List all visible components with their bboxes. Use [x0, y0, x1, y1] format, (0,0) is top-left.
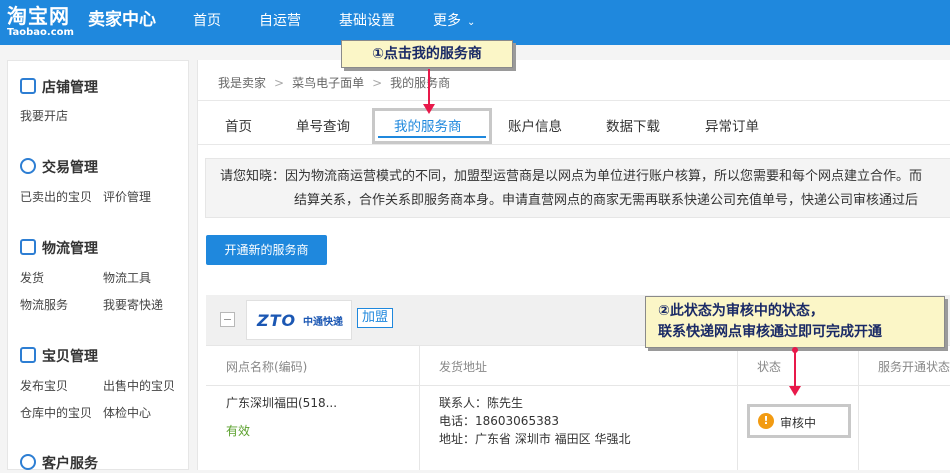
column-header-outlet: 网点名称(编码): [226, 360, 308, 374]
seller-center-title: 卖家中心: [88, 10, 156, 30]
nav-self-operation[interactable]: 自运营: [259, 12, 301, 30]
breadcrumb-cainiao[interactable]: 菜鸟电子面单: [292, 76, 364, 90]
bag-icon: [20, 347, 36, 363]
column-header-status: 状态: [757, 360, 782, 374]
callout-line-2: 联系快递网点审核通过即可完成开通: [658, 324, 882, 340]
arrow-down-icon: [789, 386, 801, 396]
nav-basic-settings[interactable]: 基础设置: [339, 12, 395, 30]
collapse-toggle-icon[interactable]: [220, 312, 235, 327]
sidebar-item-in-warehouse[interactable]: 仓库中的宝贝: [20, 405, 92, 421]
sidebar-item-publish[interactable]: 发布宝贝: [20, 378, 68, 394]
sidebar-item-on-sale[interactable]: 出售中的宝贝: [103, 378, 175, 394]
nav-more-label: 更多: [433, 13, 461, 29]
callout-line-1: ②此状态为审核中的状态，: [658, 303, 824, 319]
sidebar-section-title: 店铺管理: [42, 80, 98, 96]
tab-abnormal-orders[interactable]: 异常订单: [705, 118, 759, 136]
logo-english-text: Taobao.com: [7, 27, 74, 38]
notice-line-1: 请您知晓：因为物流商运营模式的不同，加盟型运营商是以网点为单位进行账户核算，所以…: [220, 169, 923, 184]
customer-service-icon: [20, 454, 36, 470]
arrow-line: [794, 352, 796, 388]
chevron-down-icon: ⌄: [467, 17, 476, 28]
store-icon: [20, 78, 36, 94]
divider: [419, 345, 420, 470]
taobao-logo[interactable]: 淘宝网 Taobao.com: [7, 5, 82, 41]
divider: [737, 345, 738, 470]
tab-my-providers[interactable]: 我的服务商: [394, 118, 462, 136]
phone-text: 电话：18603065383: [439, 414, 559, 428]
trade-icon: [20, 158, 36, 174]
sidebar-item-reviews[interactable]: 评价管理: [103, 189, 151, 205]
address-text: 地址：广东省 深圳市 福田区 华强北: [439, 432, 631, 446]
nav-home[interactable]: 首页: [193, 12, 221, 30]
sidebar-section-title: 物流管理: [42, 241, 98, 257]
sidebar-item-sold-items[interactable]: 已卖出的宝贝: [20, 189, 92, 205]
breadcrumb: 我是卖家 > 菜鸟电子面单 > 我的服务商: [218, 74, 450, 91]
sidebar-item-logistics-tools[interactable]: 物流工具: [103, 270, 151, 286]
main-panel: 我是卖家 > 菜鸟电子面单 > 我的服务商 首页 单号查询 我的服务商 账户信息 数据下…: [197, 60, 950, 470]
tab-tracking-query[interactable]: 单号查询: [296, 118, 350, 136]
warning-icon: !: [758, 413, 774, 429]
sidebar-section-items: 宝贝管理: [20, 347, 98, 366]
sidebar-item-open-store[interactable]: 我要开店: [20, 108, 68, 124]
notice-box: 请您知晓：因为物流商运营模式的不同，加盟型运营商是以网点为单位进行账户核算，所以…: [205, 158, 950, 218]
valid-badge: 有效: [226, 424, 251, 438]
sidebar: 店铺管理 我要开店 交易管理 已卖出的宝贝 评价管理 物流管理 发货 物流工具 …: [7, 60, 189, 473]
sidebar-item-ship[interactable]: 发货: [20, 270, 44, 286]
arrow-down-icon: [423, 104, 435, 114]
divider: [198, 100, 950, 101]
active-tab-underline: [378, 136, 486, 138]
arrow-line: [428, 69, 430, 107]
zto-logo-cn: 中通快递: [303, 317, 343, 328]
outlet-name: 广东深圳福田(518...: [226, 396, 338, 410]
callout-click-providers: ①点击我的服务商: [341, 40, 513, 68]
column-header-address: 发货地址: [439, 360, 488, 374]
sidebar-item-send-express[interactable]: 我要寄快递: [103, 297, 163, 313]
divider: [206, 385, 950, 386]
top-navigation-bar: 淘宝网 Taobao.com 卖家中心 首页 自运营 基础设置 更多 ⌄: [0, 0, 950, 45]
tab-data-download[interactable]: 数据下载: [606, 118, 660, 136]
zto-logo-text: ZTO: [257, 311, 297, 330]
nav-more[interactable]: 更多 ⌄: [433, 12, 475, 32]
sidebar-section-store: 店铺管理: [20, 78, 98, 97]
tab-home[interactable]: 首页: [225, 118, 252, 136]
zto-logo: ZTO 中通快递: [246, 300, 352, 340]
status-badge: ! 审核中: [747, 404, 851, 438]
open-new-provider-button[interactable]: 开通新的服务商: [206, 235, 327, 265]
sidebar-section-trade: 交易管理: [20, 158, 98, 177]
sidebar-item-logistics-service[interactable]: 物流服务: [20, 297, 68, 313]
breadcrumb-separator-icon: >: [274, 76, 285, 90]
tab-account-info[interactable]: 账户信息: [508, 118, 562, 136]
logistics-icon: [20, 239, 36, 255]
breadcrumb-separator-icon: >: [372, 76, 383, 90]
column-header-service-status: 服务开通状态: [878, 360, 950, 374]
sidebar-item-check-center[interactable]: 体检中心: [103, 405, 151, 421]
breadcrumb-current: 我的服务商: [390, 76, 451, 90]
sidebar-section-title: 宝贝管理: [42, 349, 98, 365]
status-text: 审核中: [780, 416, 817, 430]
divider: [198, 144, 950, 145]
sidebar-section-title: 交易管理: [42, 160, 98, 176]
logo-chinese-text: 淘宝网: [7, 4, 70, 28]
join-badge[interactable]: 加盟: [357, 308, 393, 328]
sidebar-section-title: 客户服务: [42, 456, 98, 472]
callout-status-explain: ②此状态为审核中的状态， 联系快递网点审核通过即可完成开通: [645, 296, 945, 348]
notice-line-2: 结算关系，合作关系即服务商本身。申请直营网点的商家无需再联系快递公司充值单号，快…: [294, 193, 919, 208]
divider: [858, 345, 859, 470]
sidebar-section-logistics: 物流管理: [20, 239, 98, 258]
sidebar-section-customer-service: 客户服务: [20, 454, 98, 473]
contact-text: 联系人：陈先生: [439, 396, 524, 410]
breadcrumb-seller[interactable]: 我是卖家: [218, 76, 266, 90]
